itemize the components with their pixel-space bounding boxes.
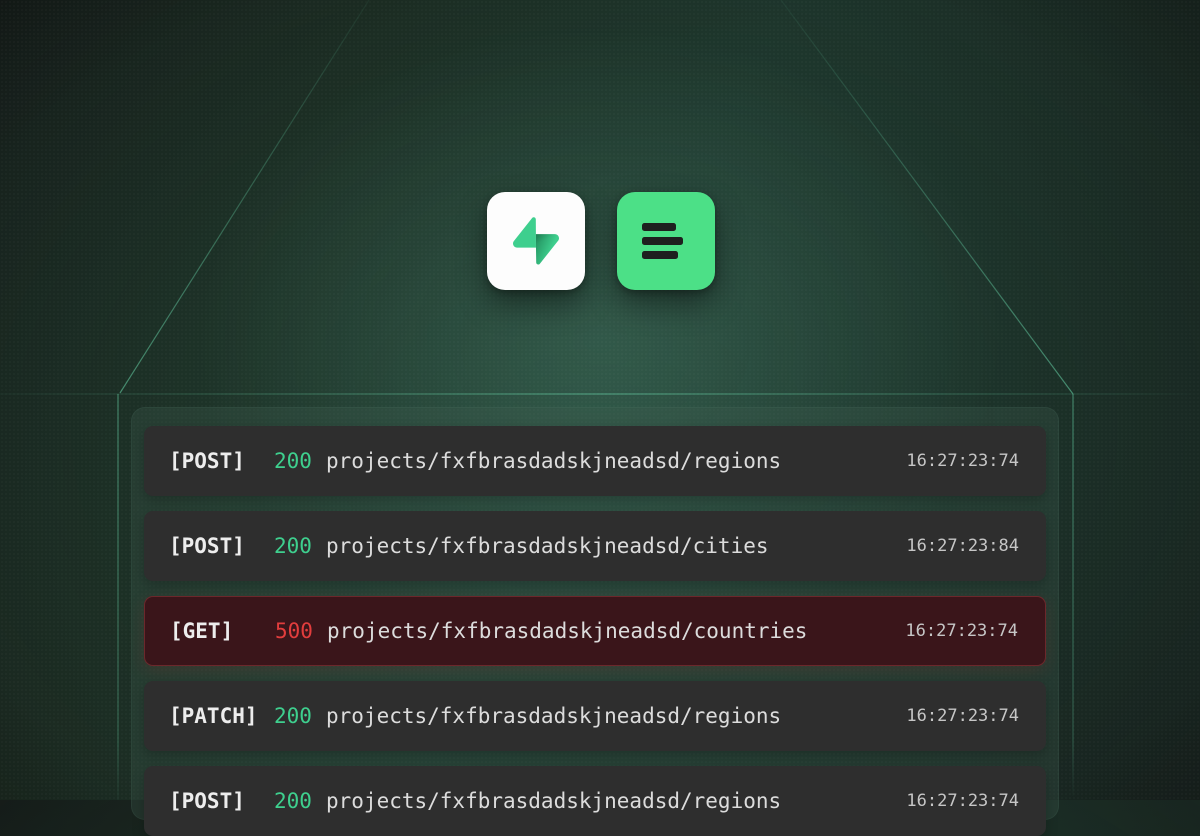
log-path: projects/fxfbrasdadskjneadsd/regions — [326, 789, 906, 813]
log-timestamp: 16:27:23:74 — [906, 451, 1019, 471]
supabase-logo-tile — [487, 192, 585, 290]
log-timestamp: 16:27:23:74 — [906, 706, 1019, 726]
log-row[interactable]: [PATCH] 200 projects/fxfbrasdadskjneadsd… — [144, 681, 1046, 751]
log-timestamp: 16:27:23:74 — [905, 621, 1018, 641]
log-method: [GET] — [170, 619, 275, 643]
log-row-error[interactable]: [GET] 500 projects/fxfbrasdadskjneadsd/c… — [144, 596, 1046, 666]
log-timestamp: 16:27:23:74 — [906, 791, 1019, 811]
log-path: projects/fxfbrasdadskjneadsd/cities — [326, 534, 906, 558]
request-log-list: [POST] 200 projects/fxfbrasdadskjneadsd/… — [131, 407, 1059, 820]
logs-icon-bar — [642, 237, 683, 245]
log-method: [POST] — [169, 789, 274, 813]
log-timestamp: 16:27:23:84 — [906, 536, 1019, 556]
logs-list-icon — [642, 223, 683, 259]
log-status: 200 — [274, 449, 326, 473]
log-path: projects/fxfbrasdadskjneadsd/regions — [326, 704, 906, 728]
logs-icon-bar — [642, 251, 678, 259]
log-status: 500 — [275, 619, 327, 643]
brand-tiles — [487, 192, 715, 290]
log-method: [POST] — [169, 534, 274, 558]
log-path: projects/fxfbrasdadskjneadsd/countries — [327, 619, 905, 643]
log-status: 200 — [274, 789, 326, 813]
log-status: 200 — [274, 534, 326, 558]
log-status: 200 — [274, 704, 326, 728]
log-path: projects/fxfbrasdadskjneadsd/regions — [326, 449, 906, 473]
log-row[interactable]: [POST] 200 projects/fxfbrasdadskjneadsd/… — [144, 511, 1046, 581]
log-method: [PATCH] — [169, 704, 274, 728]
logs-icon-bar — [642, 223, 676, 231]
logs-tile — [617, 192, 715, 290]
log-row[interactable]: [POST] 200 projects/fxfbrasdadskjneadsd/… — [144, 426, 1046, 496]
log-row[interactable]: [POST] 200 projects/fxfbrasdadskjneadsd/… — [144, 766, 1046, 836]
supabase-bolt-icon — [513, 217, 559, 265]
log-method: [POST] — [169, 449, 274, 473]
